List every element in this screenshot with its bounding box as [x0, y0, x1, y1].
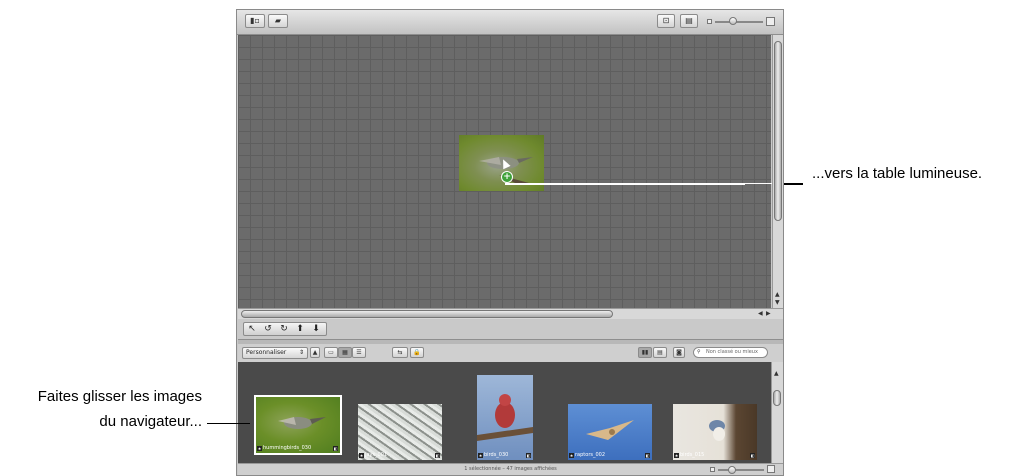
light-table-vertical-scrollbar[interactable]: ▲ ▼: [772, 35, 783, 308]
callout-left-line1: Faites glisser les images: [37, 388, 202, 405]
search-field[interactable]: ⚲ Non classé ou mieux: [693, 347, 768, 358]
rotate-right-tool-icon[interactable]: ↻: [276, 323, 292, 335]
callout-line-right-inner: [742, 183, 772, 184]
thumb-size-slider-knob[interactable]: [728, 466, 736, 474]
scroll-up-arrow-icon[interactable]: ▲: [774, 370, 779, 377]
scroll-up-arrow-icon[interactable]: ▲: [775, 291, 780, 298]
tool-strip: ↖ ↺ ↻ ⬆ ⬇: [238, 319, 783, 339]
badge-icon: ◧: [750, 453, 755, 458]
search-icon: ⚲: [697, 349, 701, 355]
callout-left-line2: du navigateur...: [99, 413, 202, 430]
badge-icon: ◧: [645, 453, 650, 458]
star-icon: ★: [257, 446, 262, 451]
browser-scroll-thumb[interactable]: [773, 390, 781, 406]
callout-line-right-outer: [784, 183, 803, 185]
tool-group: ↖ ↺ ↻ ⬆ ⬇: [243, 322, 327, 336]
scale-to-fit-button[interactable]: ▰: [268, 14, 288, 28]
badge-icon: ◧: [435, 453, 440, 458]
thumb-size-slider-track[interactable]: [718, 469, 764, 471]
sort-select[interactable]: Personnaliser ⇕: [242, 347, 308, 359]
camera-button[interactable]: ◙: [673, 347, 685, 358]
thumbnail-label: raptors_002: [575, 452, 606, 458]
image-browser: ★ hummingbirds_030 ◧ ★ jays_001 ◧ ★ bird…: [238, 362, 771, 463]
vertical-scroll-thumb[interactable]: [774, 41, 782, 221]
callout-right-text: ...vers la table lumineuse.: [812, 165, 983, 182]
callout-line-right: [505, 183, 745, 185]
put-back-button[interactable]: ▮▫: [245, 14, 265, 28]
rotate-left-tool-icon[interactable]: ↺: [260, 323, 276, 335]
sort-select-value: Personnaliser: [246, 349, 287, 356]
badge-icon: ◧: [333, 446, 338, 451]
thumbnail-raptors-002[interactable]: ★ raptors_002 ◧: [568, 404, 652, 460]
scroll-right-arrow-icon[interactable]: ▶: [766, 310, 771, 317]
browser-vertical-scrollbar[interactable]: ▲: [771, 362, 783, 463]
thumbnail-label: hummingbirds_030: [263, 445, 312, 451]
horizontal-scroll-thumb[interactable]: [241, 310, 613, 318]
thumbnail-birds-030[interactable]: ★ birds_030 ◧: [477, 375, 533, 460]
callout-line-left: [207, 423, 250, 424]
list-view-button[interactable]: ☰: [352, 347, 366, 358]
zoom-slider-track[interactable]: [715, 21, 763, 23]
zoom-small-icon: [707, 19, 712, 24]
sort-direction-button[interactable]: ▲: [310, 347, 320, 358]
thumbnail-label: jays_001: [365, 452, 388, 458]
light-table-toolbar: ▮▫ ▰ ⊡ ▤: [237, 10, 783, 35]
stacks-button[interactable]: ⇆: [392, 347, 408, 358]
thumbnail-hummingbirds-030[interactable]: ★ hummingbirds_030 ◧: [254, 395, 342, 455]
browser-toolbar: Personnaliser ⇕ ▲ ▭ ▦ ☰ ⇆ 🔒 ▮▮ ▤ ◙ ⚲ Non…: [238, 344, 783, 362]
chevron-down-icon: ⇕: [298, 349, 304, 356]
zoom-slider-knob[interactable]: [729, 17, 737, 25]
add-badge-icon: +: [501, 171, 513, 183]
thumbnail-label: birds_030: [484, 452, 509, 458]
light-table-canvas[interactable]: +: [238, 35, 771, 308]
status-text: 1 sélectionnée – 47 images affichées: [464, 466, 557, 472]
search-placeholder: Non classé ou mieux: [706, 349, 758, 355]
scroll-down-arrow-icon[interactable]: ▼: [775, 299, 780, 306]
grid-view-button[interactable]: ▦: [338, 347, 352, 358]
star-icon: ★: [359, 453, 364, 458]
finch-thumb-icon: [477, 394, 533, 441]
lock-button[interactable]: 🔒: [410, 347, 424, 358]
star-icon: ★: [569, 453, 574, 458]
light-table-horizontal-scrollbar[interactable]: ◀ ▶: [238, 308, 783, 319]
thumbnail-image: [477, 375, 533, 460]
thumb-size-large-icon: [767, 465, 775, 473]
status-bar: 1 sélectionnée – 47 images affichées: [238, 463, 783, 475]
thumb-size-small-icon: [710, 467, 715, 472]
star-icon: ★: [674, 453, 679, 458]
scroll-left-arrow-icon[interactable]: ◀: [758, 310, 763, 317]
thumbnail-view-button[interactable]: ▮▮: [638, 347, 652, 358]
zoom-to-fit-button[interactable]: ⊡: [657, 14, 675, 28]
filmstrip-view-button[interactable]: ▭: [324, 347, 338, 358]
thumbnail-birds-015[interactable]: ★ birds_015 ◧: [673, 404, 757, 460]
stamp-tool-icon[interactable]: ⬇: [308, 323, 324, 335]
zoom-large-icon: [766, 17, 775, 26]
thumbnail-label: birds_015: [680, 452, 705, 458]
thumbnail-jays-001[interactable]: ★ jays_001 ◧: [358, 404, 442, 460]
aperture-window: ▮▫ ▰ ⊡ ▤ + ▲ ▼ ◀ ▶ ↖ ↺ ↻ ⬆ ⬇ Personnalis…: [236, 9, 784, 476]
star-icon: ★: [478, 453, 483, 458]
badge-icon: ◧: [526, 453, 531, 458]
selection-tool-icon[interactable]: ↖: [244, 323, 260, 335]
lift-tool-icon[interactable]: ⬆: [292, 323, 308, 335]
preview-button[interactable]: ▤: [680, 14, 698, 28]
list-mode-button[interactable]: ▤: [653, 347, 667, 358]
